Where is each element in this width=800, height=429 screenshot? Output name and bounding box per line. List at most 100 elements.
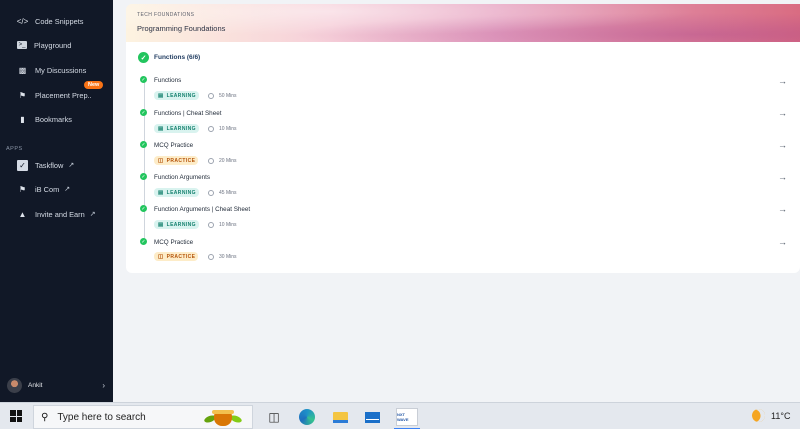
arrow-right-icon[interactable]: → <box>778 237 787 247</box>
item-title[interactable]: Function Arguments <box>154 174 210 181</box>
complete-check-icon: ✓ <box>140 109 147 116</box>
clipboard-icon: ◫ <box>158 253 164 260</box>
badge-label: LEARNING <box>166 221 196 228</box>
sidebar-item-placement-prep[interactable]: ⚑ Placement Prep.. <box>17 88 92 102</box>
new-badge: New <box>84 81 104 89</box>
placement-icon: ⚑ <box>18 90 27 100</box>
sidebar: </> Code Snippets >_ Playground ▩ My Dis… <box>0 0 113 402</box>
sidebar-item-my-discussions[interactable]: ▩ My Discussions <box>17 63 87 77</box>
item-duration: 10 Mins <box>208 222 237 228</box>
book-icon: ▤ <box>158 221 164 228</box>
item-duration: 50 Mins <box>208 93 237 99</box>
book-icon: ▤ <box>158 92 164 99</box>
practice-badge: ◫ PRACTICE <box>154 252 198 261</box>
external-link-icon: ↗ <box>89 211 96 218</box>
clipboard-icon: ◫ <box>158 157 164 164</box>
sidebar-item-label: Invite and Earn <box>35 209 85 219</box>
nxtwave-app-icon[interactable]: NXT WAVE <box>396 408 418 426</box>
edge-browser-icon[interactable] <box>299 409 315 425</box>
external-link-icon: ↗ <box>64 186 71 193</box>
taskbar-search-box[interactable]: ⚲ Type here to search <box>33 405 253 429</box>
code-icon: </> <box>16 16 29 26</box>
external-link-icon: ↗ <box>68 162 75 169</box>
arrow-right-icon[interactable]: → <box>778 172 787 182</box>
course-banner: TECH FOUNDATIONS Programming Foundations <box>126 4 800 42</box>
clock-icon <box>208 126 214 132</box>
section-title[interactable]: Functions (6/6) <box>154 54 200 61</box>
complete-check-icon: ✓ <box>140 141 147 148</box>
sidebar-item-playground[interactable]: >_ Playground <box>17 38 71 52</box>
item-title[interactable]: MCQ Practice <box>154 142 193 149</box>
practice-badge: ◫ PRACTICE <box>154 156 198 165</box>
badge-label: PRACTICE <box>166 253 196 260</box>
timeline-line <box>143 80 145 243</box>
duration-label: 10 Mins <box>219 126 237 132</box>
terminal-icon: >_ <box>17 41 27 49</box>
item-duration: 20 Mins <box>208 158 237 164</box>
item-title[interactable]: Functions | Cheat Sheet <box>154 110 221 117</box>
item-title[interactable]: Function Arguments | Cheat Sheet <box>154 206 250 213</box>
item-duration: 10 Mins <box>208 126 237 132</box>
item-title[interactable]: Functions <box>154 77 181 84</box>
badge-label: LEARNING <box>166 92 196 99</box>
checkbox-icon: ✓ <box>17 159 28 171</box>
arrow-right-icon[interactable]: → <box>778 204 787 214</box>
sidebar-item-label: Taskflow <box>35 160 64 170</box>
item-duration: 30 Mins <box>208 254 237 260</box>
badge-label: LEARNING <box>166 125 196 132</box>
arrow-right-icon[interactable]: → <box>778 76 787 86</box>
sidebar-item-ib-com[interactable]: ⚑ iB Com ↗ <box>17 182 70 196</box>
file-explorer-icon[interactable] <box>332 409 348 425</box>
book-icon: ▤ <box>158 189 164 196</box>
item-duration: 45 Mins <box>208 190 237 196</box>
sidebar-item-label: Bookmarks <box>35 114 72 124</box>
duration-label: 30 Mins <box>219 254 237 260</box>
profile-name: Ankit <box>28 381 43 389</box>
windows-taskbar: ⚲ Type here to search ◫ NXT WAVE 11°C <box>0 402 800 429</box>
windows-start-icon[interactable] <box>10 410 22 422</box>
badge-label: PRACTICE <box>166 157 196 164</box>
banner-title: Programming Foundations <box>137 24 226 33</box>
mail-icon[interactable] <box>364 409 380 425</box>
sidebar-item-code-snippets[interactable]: </> Code Snippets <box>16 14 84 28</box>
sidebar-item-bookmarks[interactable]: ▮ Bookmarks <box>17 112 72 126</box>
section-complete-icon: ✓ <box>138 52 149 63</box>
clock-icon <box>208 158 214 164</box>
duration-label: 45 Mins <box>219 190 237 196</box>
arrow-right-icon[interactable]: → <box>778 140 787 150</box>
weather-temperature: 11°C <box>771 410 791 421</box>
sidebar-item-label: Playground <box>34 40 72 50</box>
task-view-icon[interactable]: ◫ <box>266 409 282 425</box>
clock-icon <box>208 190 214 196</box>
search-placeholder: Type here to search <box>57 411 146 423</box>
duration-label: 20 Mins <box>219 158 237 164</box>
learning-badge: ▤ LEARNING <box>154 124 199 133</box>
sidebar-item-label: My Discussions <box>35 65 87 75</box>
gift-icon: ▲ <box>18 209 27 219</box>
clock-icon <box>208 254 214 260</box>
item-title[interactable]: MCQ Practice <box>154 239 193 246</box>
flag-icon: ⚑ <box>18 184 27 194</box>
clock-icon <box>208 93 214 99</box>
complete-check-icon: ✓ <box>140 238 147 245</box>
sidebar-item-label: Placement Prep.. <box>35 90 92 100</box>
moon-icon <box>749 406 768 425</box>
profile-menu[interactable]: Ankit › <box>7 377 105 393</box>
arrow-right-icon[interactable]: → <box>778 108 787 118</box>
discussion-icon: ▩ <box>18 65 27 75</box>
bookmark-icon: ▮ <box>20 114 25 124</box>
banner-subtitle: TECH FOUNDATIONS <box>137 12 195 18</box>
learning-badge: ▤ LEARNING <box>154 220 199 229</box>
learning-badge: ▤ LEARNING <box>154 91 199 100</box>
search-icon: ⚲ <box>41 411 49 423</box>
sidebar-item-label: Code Snippets <box>35 16 84 26</box>
sidebar-item-taskflow[interactable]: ✓ Taskflow ↗ <box>17 158 74 172</box>
apps-section-label: APPS <box>6 146 23 152</box>
sidebar-item-invite-and-earn[interactable]: ▲ Invite and Earn ↗ <box>17 207 96 221</box>
book-icon: ▤ <box>158 125 164 132</box>
sidebar-item-label: iB Com <box>35 184 60 194</box>
clock-icon <box>208 222 214 228</box>
weather-widget[interactable]: 11°C <box>749 406 791 425</box>
avatar <box>7 377 22 393</box>
festival-pot-icon <box>200 406 246 428</box>
